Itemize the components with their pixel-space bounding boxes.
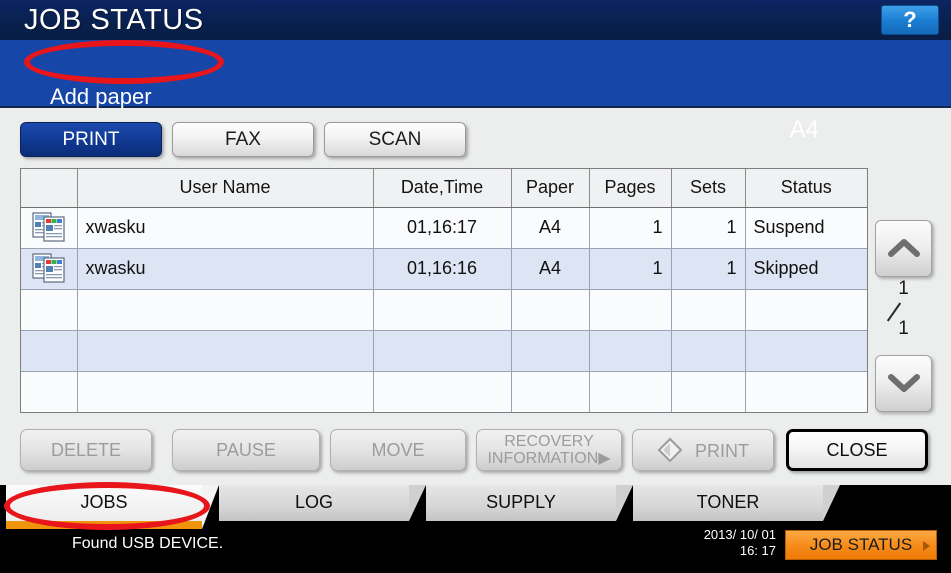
bottom-tab-jobs[interactable]: JOBS [6,485,219,529]
cell-user-name [77,330,374,372]
scroll-up-button[interactable] [875,220,932,277]
print-button[interactable]: PRINT [632,429,774,471]
tab-fax[interactable]: FAX [172,122,314,157]
current-time: 16: 17 [739,543,776,558]
page-separator [887,301,921,317]
tab-skew-edge [616,485,633,521]
cell-status [745,330,867,372]
cell-sets: 1 [671,248,746,290]
cell-paper [511,330,590,372]
move-button[interactable]: MOVE [330,429,466,471]
print-job-icon-glyph [32,253,66,283]
col-user-name: User Name [77,169,374,208]
recovery-information-button[interactable]: RECOVERY INFORMATION▶ [476,429,622,471]
table-row[interactable] [21,371,867,412]
col-date-time: Date,Time [373,169,512,208]
cell-paper: A4 [511,207,590,249]
cell-date-time: 01,16:17 [373,207,512,249]
bottom-tab-toner[interactable]: TONER [633,485,840,521]
cell-date-time [373,371,512,412]
job-status-button-label: JOB STATUS [809,535,913,554]
cell-date-time [373,330,512,372]
cell-user-name [77,371,374,412]
bottom-tab-toner-label: TONER [696,492,760,512]
cell-sets: 1 [671,207,746,249]
cell-sets [671,330,746,372]
delete-button[interactable]: DELETE [20,429,152,471]
print-button-label: PRINT [695,441,749,462]
cell-sets [671,289,746,331]
col-sets: Sets [671,169,746,208]
bottom-tab-supply[interactable]: SUPPLY [426,485,633,521]
print-job-icon [21,248,78,290]
current-date: 2013/ 10/ 01 [703,527,776,542]
print-job-icon-glyph [32,212,66,242]
cell-pages [589,289,672,331]
tab-skew-edge [202,485,219,529]
title-bar: JOB STATUS ? [0,0,951,40]
cell-paper [511,371,590,412]
pause-button[interactable]: PAUSE [172,429,320,471]
bottom-tab-supply-label: SUPPLY [486,492,556,512]
close-button[interactable]: CLOSE [786,429,928,471]
job-list-table[interactable]: User Name Date,Time Paper Pages Sets Sta… [20,168,868,413]
alert-band: Add paper A4 [0,40,951,143]
cell-user-name [77,289,374,331]
date-time-display: 2013/ 10/ 01 16: 17 [676,527,776,559]
page-title: JOB STATUS [24,4,204,36]
col-status: Status [745,169,867,208]
recovery-line2: INFORMATION▶ [487,450,611,467]
cell-date-time [373,289,512,331]
total-pages: 1 [898,318,909,339]
tab-skew-edge [823,485,840,521]
cell-status: Suspend [745,207,867,249]
cell-icon-empty [21,289,78,331]
cell-pages [589,371,672,412]
cell-status [745,371,867,412]
bottom-tab-log[interactable]: LOG [219,485,426,521]
cell-pages: 1 [589,248,672,290]
tab-print[interactable]: PRINT [20,122,162,157]
current-page: 1 [898,278,909,299]
cell-date-time: 01,16:16 [373,248,512,290]
chevron-down-icon [876,372,931,394]
cell-paper [511,289,590,331]
recovery-line1: RECOVERY [504,433,594,450]
table-header-row: User Name Date,Time Paper Pages Sets Sta… [21,169,867,208]
status-message: Found USB DEVICE. [72,535,224,552]
cell-status: Skipped [745,248,867,290]
cell-icon-empty [21,330,78,372]
paper-size-label: A4 [789,116,819,143]
print-job-icon [21,207,78,249]
tab-scan[interactable]: SCAN [324,122,466,157]
job-status-screen: JOB STATUS ? Add paper A4 PRINT FAX SCAN… [0,0,951,573]
col-pages: Pages [589,169,672,208]
col-icon [21,169,78,208]
right-arrow-icon [923,541,930,551]
help-button[interactable]: ? [881,5,939,35]
bottom-tab-jobs-label: JOBS [80,492,128,512]
cell-pages: 1 [589,207,672,249]
table-row[interactable] [21,330,867,372]
cell-icon-empty [21,371,78,412]
cell-paper: A4 [511,248,590,290]
table-row[interactable] [21,289,867,331]
cell-sets [671,371,746,412]
cell-user-name: xwasku [77,248,374,290]
chevron-up-icon [876,237,931,259]
diamond-print-icon [657,437,683,463]
scroll-down-button[interactable] [875,355,932,412]
tab-skew-edge [409,485,426,521]
cell-user-name: xwasku [77,207,374,249]
alert-message: Add paper [50,84,152,109]
col-paper: Paper [511,169,590,208]
bottom-tab-log-label: LOG [294,492,333,512]
page-indicator: 1 1 [875,278,932,352]
cell-pages [589,330,672,372]
job-status-button[interactable]: JOB STATUS [785,530,937,560]
table-row[interactable]: xwasku 01,16:17 A4 1 1 Suspend [21,207,867,249]
table-row[interactable]: xwasku 01,16:16 A4 1 1 Skipped [21,248,867,290]
cell-status [745,289,867,331]
